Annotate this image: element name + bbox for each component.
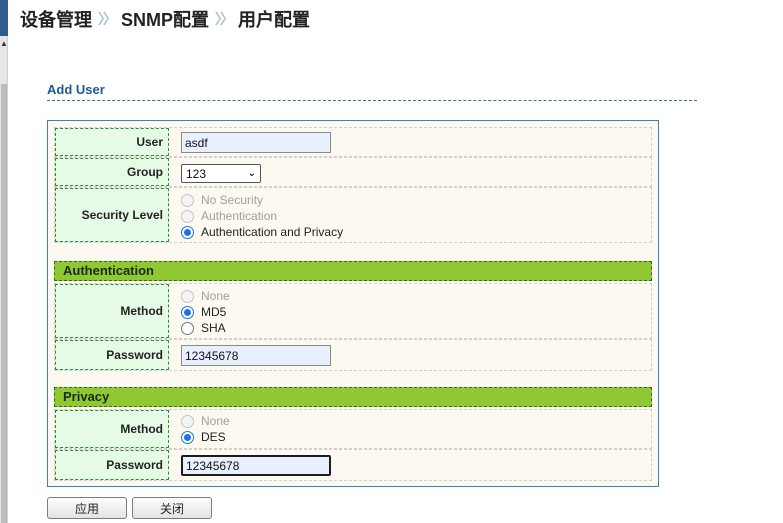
group-field-cell: 123 ⌄: [181, 158, 651, 186]
radio-label: None: [201, 289, 230, 303]
auth-method-field-cell: None MD5 SHA: [181, 284, 651, 338]
auth-password-input[interactable]: [181, 345, 331, 366]
left-scrollbar[interactable]: ▲: [0, 0, 8, 523]
section-title: Add User: [47, 82, 105, 97]
radio-label: DES: [201, 430, 226, 444]
privacy-password-field-cell: [181, 450, 651, 480]
page: ▲ 设备管理 〉〉 SNMP配置 〉〉 用户配置 Add User User G…: [0, 0, 783, 523]
privacy-method-field-cell: None DES: [181, 410, 651, 448]
radio-button[interactable]: [181, 430, 194, 444]
auth-method-option-none: None: [181, 288, 230, 304]
privacy-section-header: Privacy: [54, 387, 652, 407]
authentication-section-header: Authentication: [54, 261, 652, 281]
left-panel-accent: [0, 0, 8, 36]
breadcrumb-separator-icon: 〉〉: [98, 11, 117, 27]
chevron-down-icon: ⌄: [247, 168, 256, 179]
auth-method-option-sha[interactable]: SHA: [181, 320, 226, 336]
radio-button: [181, 414, 194, 428]
privacy-method-option-none: None: [181, 413, 230, 429]
security-level-field-cell: No Security Authentication Authenticatio…: [181, 188, 651, 242]
user-row: User: [54, 127, 652, 157]
radio-button: [181, 209, 194, 223]
radio-button: [181, 289, 194, 303]
privacy-password-row: Password: [54, 449, 652, 481]
security-level-label: Security Level: [55, 188, 169, 242]
radio-label: MD5: [201, 305, 227, 319]
group-row: Group 123 ⌄: [54, 157, 652, 187]
breadcrumb-item[interactable]: 设备管理: [20, 6, 92, 32]
radio-button[interactable]: [181, 321, 194, 335]
security-level-row: Security Level No Security Authenticatio…: [54, 187, 652, 243]
group-select[interactable]: 123 ⌄: [181, 164, 261, 183]
breadcrumb-separator-icon: 〉〉: [215, 11, 234, 27]
breadcrumb: 设备管理 〉〉 SNMP配置 〉〉 用户配置: [20, 6, 310, 32]
security-level-option-auth-privacy[interactable]: Authentication and Privacy: [181, 224, 343, 240]
scrollbar-thumb[interactable]: [1, 84, 7, 523]
breadcrumb-item-current: 用户配置: [238, 10, 311, 30]
radio-button: [181, 193, 194, 207]
breadcrumb-item[interactable]: SNMP配置: [121, 6, 209, 32]
user-label: User: [55, 128, 169, 156]
auth-method-label: Method: [55, 284, 169, 338]
privacy-method-row: Method None DES: [54, 409, 652, 449]
radio-button[interactable]: [181, 305, 194, 319]
radio-label: SHA: [201, 321, 226, 335]
group-label: Group: [55, 158, 169, 186]
auth-method-row: Method None MD5 SHA: [54, 283, 652, 339]
section-divider: [47, 100, 697, 101]
auth-method-option-md5[interactable]: MD5: [181, 304, 226, 320]
radio-label: Authentication and Privacy: [201, 225, 344, 239]
privacy-password-label: Password: [55, 450, 169, 480]
security-level-option-authentication: Authentication: [181, 208, 277, 224]
radio-label: Authentication: [201, 209, 278, 223]
radio-label: No Security: [201, 193, 264, 207]
privacy-password-input[interactable]: [181, 455, 331, 476]
auth-password-label: Password: [55, 340, 169, 370]
add-user-form: User Group 123 ⌄ Security Level No Secur…: [47, 120, 659, 487]
close-button[interactable]: 关闭: [132, 497, 212, 519]
privacy-method-option-des[interactable]: DES: [181, 429, 226, 445]
auth-password-field-cell: [181, 340, 651, 370]
user-input[interactable]: [181, 132, 331, 153]
user-field-cell: [181, 128, 651, 156]
radio-label: None: [201, 414, 230, 428]
security-level-option-no-security: No Security: [181, 192, 263, 208]
auth-password-row: Password: [54, 339, 652, 371]
group-select-value: 123: [186, 166, 207, 181]
apply-button[interactable]: 应用: [47, 497, 127, 519]
privacy-method-label: Method: [55, 410, 169, 448]
scroll-up-arrow-icon[interactable]: ▲: [0, 38, 8, 50]
radio-button[interactable]: [181, 225, 194, 239]
